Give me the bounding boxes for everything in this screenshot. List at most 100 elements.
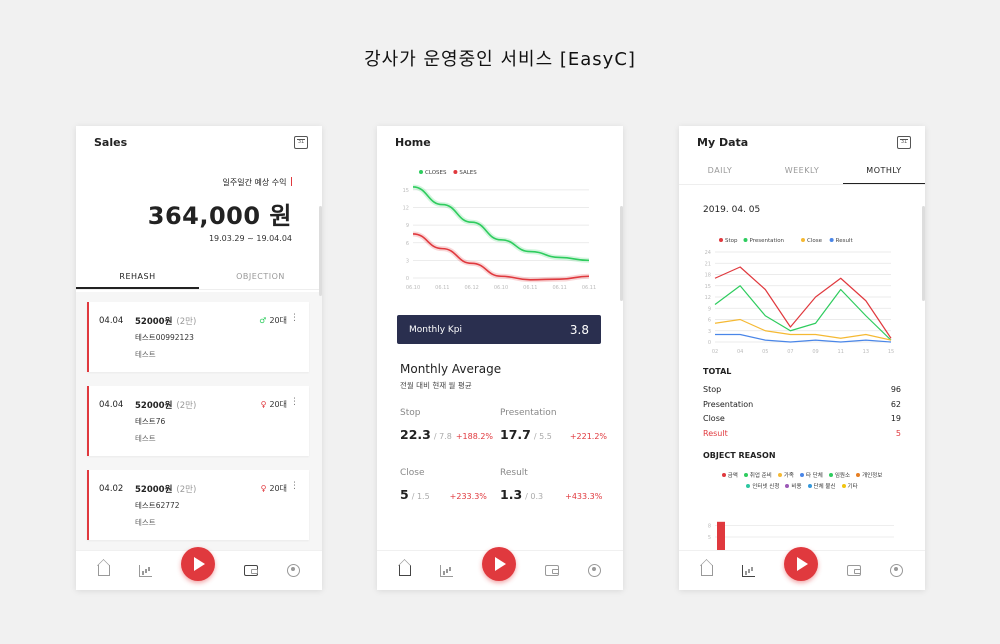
user-icon[interactable] xyxy=(286,564,300,577)
item-date: 04.04 xyxy=(99,400,124,410)
tab-weekly[interactable]: WEEKLY xyxy=(761,160,843,184)
item-amount: 52000원 (2만) xyxy=(135,483,196,495)
total-title: TOTAL xyxy=(703,367,732,376)
reason-legend-dot xyxy=(746,484,751,488)
y-tick-label: 15 xyxy=(403,188,409,194)
tab-daily[interactable]: DAILY xyxy=(679,160,761,184)
chart-icon[interactable] xyxy=(139,564,153,577)
y-tick-label: 12 xyxy=(403,206,409,212)
screen-title: My Data xyxy=(697,135,749,149)
reason-legend-item: 개인정보 xyxy=(856,473,882,479)
stat-values: 1.3/ 0.3 +433.3% xyxy=(500,484,602,503)
list-item[interactable]: 04.04 52000원 (2만) 테스트76 테스트 ♀ 20대 ⋮ xyxy=(87,386,309,456)
item-date: 04.04 xyxy=(99,316,124,326)
scrollbar[interactable] xyxy=(922,206,925,301)
list-item[interactable]: 04.04 52000원 (2만) 테스트00992123 테스트 ♂ 20대 ⋮ xyxy=(87,302,309,372)
mydata-line-chart: Stop Presentation Close Result 0 3 6 9 12 15 18 21 2… xyxy=(705,238,894,355)
scrollbar[interactable] xyxy=(620,206,623,301)
sales-header: Sales 31 xyxy=(76,126,322,158)
item-age: 20대 xyxy=(269,484,287,493)
stat-label: Stop xyxy=(400,408,421,418)
y-tick-label: 21 xyxy=(705,261,711,267)
item-gender-age: ♂ 20대 xyxy=(259,315,287,326)
more-icon[interactable]: ⋮ xyxy=(290,314,299,323)
item-amount: 52000원 (2만) xyxy=(135,315,196,327)
calendar-icon[interactable]: 31 xyxy=(897,135,911,149)
stat-label: Result xyxy=(500,468,528,478)
y-tick-label: 6 xyxy=(406,241,409,247)
total-label: Stop xyxy=(703,385,722,394)
stat-prev: / 7.8 xyxy=(433,432,452,441)
play-button[interactable] xyxy=(481,546,516,581)
stat-change: +188.2% xyxy=(455,432,494,441)
reason-legend-dot xyxy=(743,473,748,477)
sales-tabs: REHASH OBJECTION xyxy=(76,266,322,290)
item-date: 04.02 xyxy=(99,484,124,494)
tab-objection[interactable]: OBJECTION xyxy=(199,266,322,289)
reason-legend-item: 취업 준비 xyxy=(743,473,772,479)
legend-label: Presentation xyxy=(750,238,785,244)
play-button[interactable] xyxy=(180,546,215,581)
legend-dot xyxy=(419,170,423,174)
list-item[interactable]: 04.02 52000원 (2만) 테스트62772 테스트 ♀ 20대 ⋮ xyxy=(87,470,309,540)
item-id: 테스트76 xyxy=(135,417,166,426)
chart-icon[interactable] xyxy=(742,564,756,577)
reason-legend-dot xyxy=(807,484,812,488)
selected-date: 2019. 04. 05 xyxy=(703,205,761,215)
stat-value: 22.3 xyxy=(400,427,431,442)
item-id: 테스트62772 xyxy=(135,501,180,510)
x-tick-label: 06.11 xyxy=(435,285,449,291)
item-amount-sub: (2만) xyxy=(176,485,197,495)
scrollbar[interactable] xyxy=(319,206,322,296)
legend-label: Result xyxy=(836,238,854,244)
accent-marker xyxy=(290,177,292,186)
wallet-icon[interactable] xyxy=(243,565,258,576)
home-icon[interactable] xyxy=(399,565,412,576)
total-summary: TOTAL Stop 96 Presentation 62 Close 19 Resu… xyxy=(703,367,901,441)
legend-label: Close xyxy=(807,238,823,244)
wallet-icon[interactable] xyxy=(544,565,559,576)
kpi-value: 3.8 xyxy=(569,322,589,337)
total-row-close: Close 19 xyxy=(703,412,901,427)
legend-label: SALES xyxy=(459,170,477,176)
total-value: 5 xyxy=(895,428,901,438)
tab-monthly[interactable]: MOTHLY xyxy=(843,160,925,184)
tab-rehash[interactable]: REHASH xyxy=(76,266,199,289)
calendar-icon[interactable]: 31 xyxy=(294,135,308,149)
home-icon[interactable] xyxy=(98,565,111,576)
reason-legend-dot xyxy=(799,473,804,477)
play-button[interactable] xyxy=(783,546,818,581)
stat-values: 5/ 1.5 +233.3% xyxy=(400,484,500,503)
item-amount-value: 52000원 xyxy=(135,317,173,327)
x-tick-label: 06.10 xyxy=(406,285,420,291)
male-icon: ♂ xyxy=(259,316,267,325)
x-tick-label: 13 xyxy=(863,349,869,355)
y-tick-label: 18 xyxy=(705,273,711,279)
wallet-icon[interactable] xyxy=(846,565,861,576)
item-note: 테스트 xyxy=(135,434,156,443)
home-icon[interactable] xyxy=(701,565,714,576)
chart-icon[interactable] xyxy=(440,564,454,577)
stat-result: Result 1.3/ 0.3 +433.3% xyxy=(500,468,602,503)
stat-prev: / 5.5 xyxy=(533,432,552,441)
y-tick-label: 0 xyxy=(708,340,711,346)
more-icon[interactable]: ⋮ xyxy=(290,398,299,407)
legend-dot xyxy=(453,170,458,174)
monthly-kpi-bar[interactable]: Monthly Kpi 3.8 xyxy=(397,315,601,344)
x-tick-label: 06.12 xyxy=(465,285,479,291)
x-tick-label: 15 xyxy=(888,349,894,355)
user-icon[interactable] xyxy=(587,564,601,577)
user-icon[interactable] xyxy=(889,564,903,577)
x-tick-label: 06.11 xyxy=(523,285,537,291)
reason-legend-item: 금액 xyxy=(721,473,738,479)
legend-dot xyxy=(743,238,748,242)
more-icon[interactable]: ⋮ xyxy=(290,482,299,491)
home-header: Home xyxy=(377,126,623,158)
y-tick-label: 3 xyxy=(708,329,711,335)
legend-dot xyxy=(829,238,834,242)
monthly-average-title: Monthly Average xyxy=(400,362,502,376)
forecast-amount: 364,000 원 xyxy=(147,202,292,230)
total-row-result: Result 5 xyxy=(703,427,901,442)
x-tick-label: 11 xyxy=(838,349,844,355)
reason-legend-item: 인터넷 신청 xyxy=(746,484,779,490)
